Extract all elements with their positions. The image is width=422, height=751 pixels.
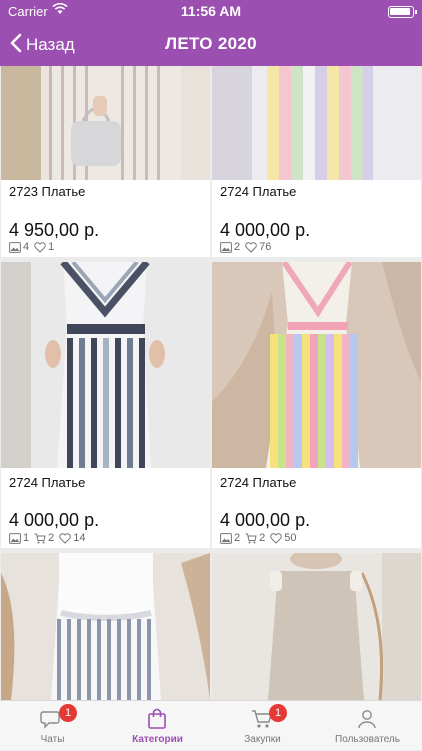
tab-label: Чаты [40,734,65,745]
cart-icon [34,533,46,543]
heart-icon [270,532,283,544]
product-card[interactable] [212,553,421,700]
product-image[interactable] [1,553,210,700]
like-count: 76 [259,241,272,253]
status-bar: Carrier 11:56 AM [0,0,422,24]
tab-label: Категории [132,734,183,745]
battery-icon [388,6,417,18]
shopping-bag-icon [145,707,169,731]
chats-badge: 1 [59,704,77,722]
product-card[interactable]: 2724 Платье 4 000,00 р. 2 76 [212,66,421,257]
product-stats: 2 2 50 [220,532,297,544]
cart-count: 2 [259,532,266,544]
tab-label: Закупки [244,734,281,745]
product-card[interactable]: 2724 Платье 4 000,00 р. 2 2 50 [212,262,421,548]
product-image[interactable] [212,553,421,700]
product-grid[interactable]: 2723 Платье 4 950,00 р. 4 1 2724 Платье … [0,66,422,700]
product-stats: 4 1 [9,241,54,253]
photo-count: 2 [234,532,241,544]
clock: 11:56 AM [180,3,242,19]
user-icon [355,707,379,731]
photo-count: 4 [23,241,30,253]
product-image[interactable] [212,66,421,180]
tab-chats[interactable]: 1 Чаты [0,701,105,751]
photo-icon [220,241,232,253]
photo-icon [9,241,21,253]
product-name: 2723 Платье [9,184,86,199]
product-card[interactable]: 2723 Платье 4 950,00 р. 4 1 [1,66,210,257]
photo-icon [220,532,232,544]
product-name: 2724 Платье [9,475,86,490]
tab-label: Пользователь [335,734,400,745]
heart-icon [59,532,72,544]
tab-bar: 1 Чаты Категории 1 Закупки Пользователь [0,700,422,750]
product-card[interactable] [1,553,210,700]
product-image[interactable] [1,262,210,468]
purchases-badge: 1 [269,704,287,722]
product-name: 2724 Платье [220,475,297,490]
product-card[interactable]: 2724 Платье 4 000,00 р. 1 2 14 [1,262,210,548]
page-title: ЛЕТО 2020 [165,34,257,53]
product-image[interactable] [212,262,421,468]
navigation-bar: Назад ЛЕТО 2020 [0,26,422,64]
like-count: 14 [73,532,86,544]
tab-purchases[interactable]: 1 Закупки [210,701,315,751]
cart-icon [245,533,257,543]
photo-count: 1 [23,532,30,544]
product-stats: 1 2 14 [9,532,86,544]
like-count: 1 [48,241,55,253]
header: Carrier 11:56 AM Назад ЛЕТО 2020 [0,0,422,66]
heart-icon [34,241,46,253]
photo-icon [9,532,21,544]
product-price: 4 000,00 р. [9,510,100,530]
product-image[interactable] [1,66,210,180]
like-count: 50 [284,532,297,544]
tab-categories[interactable]: Категории [105,701,210,751]
product-stats: 2 76 [220,241,271,253]
heart-icon [245,241,257,253]
product-price: 4 000,00 р. [220,510,311,530]
photo-count: 2 [234,241,241,253]
product-price: 4 950,00 р. [9,220,100,240]
tab-user[interactable]: Пользователь [315,701,420,751]
product-price: 4 000,00 р. [220,220,311,240]
cart-count: 2 [48,532,55,544]
product-name: 2724 Платье [220,184,297,199]
